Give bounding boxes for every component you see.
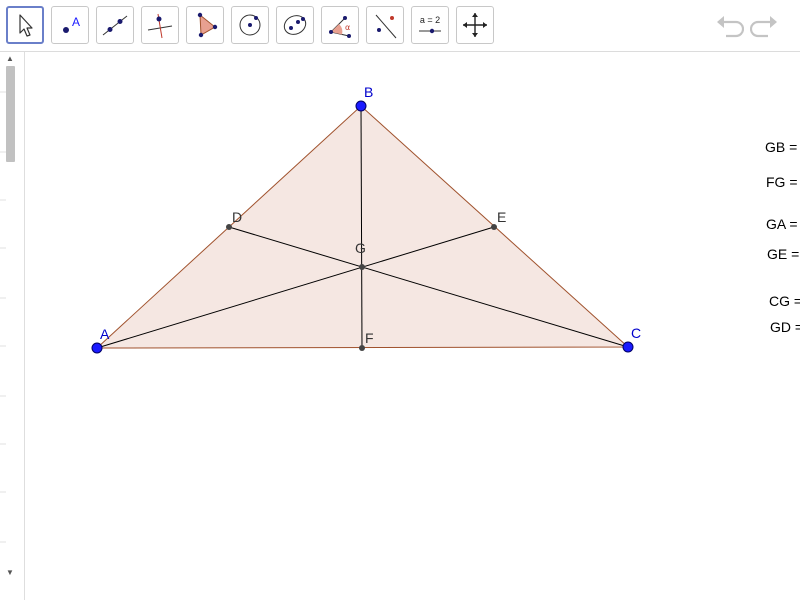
point-c[interactable]: [622, 341, 634, 353]
measurement-ga[interactable]: GA =: [766, 216, 798, 232]
move-view-tool-button[interactable]: [456, 6, 494, 44]
slider-icon: a = 2: [419, 15, 441, 34]
graphics-view[interactable]: A B C D E F G GB = FG = GA = GE = CG = G…: [25, 52, 800, 600]
scroll-down-arrow-icon[interactable]: ▼: [5, 568, 15, 578]
algebra-view-panel: ▲ ▼: [0, 52, 25, 600]
label-e: E: [497, 209, 506, 225]
point-tool-button[interactable]: A: [51, 6, 89, 44]
polygon-icon: [197, 12, 218, 38]
label-g: G: [355, 240, 366, 256]
measurement-gd[interactable]: GD =: [770, 319, 800, 335]
point-g[interactable]: [359, 264, 365, 270]
geometry-canvas[interactable]: A B C D E F G GB = FG = GA = GE = CG = G…: [25, 52, 800, 600]
label-d: D: [232, 209, 242, 225]
line-tool-button[interactable]: [96, 6, 134, 44]
undo-icon: [717, 16, 744, 38]
move-view-icon: [463, 13, 487, 37]
line-icon: [102, 15, 128, 36]
perpendicular-line-icon: [147, 13, 173, 39]
point-icon: A: [63, 15, 80, 33]
scroll-up-arrow-icon[interactable]: ▲: [5, 54, 15, 64]
ellipse-tool-button[interactable]: [276, 6, 314, 44]
label-f: F: [365, 330, 374, 346]
reflect-tool-button[interactable]: [366, 6, 404, 44]
perpendicular-line-tool-button[interactable]: [141, 6, 179, 44]
triangle-abc[interactable]: [95, 105, 630, 349]
label-a: A: [100, 326, 110, 342]
angle-tool-button[interactable]: α: [321, 6, 359, 44]
scrollbar-thumb[interactable]: [6, 66, 15, 162]
toolbar: A α a = 2: [0, 0, 800, 52]
reflect-icon: [375, 14, 397, 39]
point-b[interactable]: [355, 100, 367, 112]
angle-tool-glyph: α: [345, 23, 350, 32]
measurement-ge[interactable]: GE =: [767, 246, 799, 262]
angle-icon: α: [329, 16, 351, 38]
point-tool-glyph: A: [72, 15, 80, 29]
ellipse-icon: [283, 15, 307, 35]
slider-tool-glyph: a = 2: [420, 15, 440, 25]
slider-tool-button[interactable]: a = 2: [411, 6, 449, 44]
label-c: C: [631, 325, 641, 341]
arrow-cursor-icon: [19, 14, 33, 37]
label-b: B: [364, 84, 373, 100]
measurement-cg[interactable]: CG =: [769, 293, 800, 309]
measurement-gb[interactable]: GB =: [765, 139, 797, 155]
redo-icon: [750, 16, 777, 38]
polygon-tool-button[interactable]: [186, 6, 224, 44]
circle-center-point-icon: [239, 14, 261, 36]
point-a[interactable]: [91, 342, 103, 354]
move-tool-button[interactable]: [6, 6, 44, 44]
undo-button[interactable]: [714, 12, 744, 40]
measurement-fg[interactable]: FG =: [766, 174, 798, 190]
circle-tool-button[interactable]: [231, 6, 269, 44]
redo-button[interactable]: [750, 12, 780, 40]
